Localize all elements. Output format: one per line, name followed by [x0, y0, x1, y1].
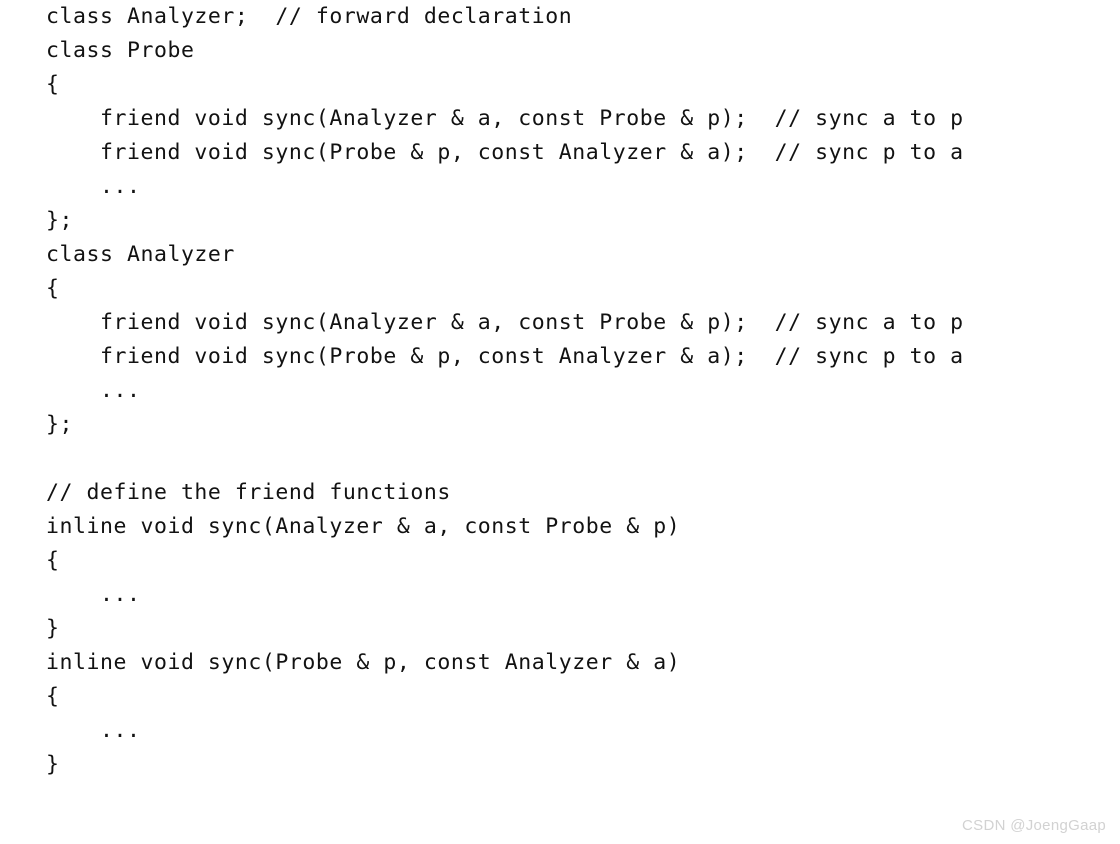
code-line: { [46, 276, 60, 301]
code-line: class Probe [46, 38, 195, 63]
code-line: { [46, 548, 60, 573]
code-line: friend void sync(Analyzer & a, const Pro… [46, 106, 964, 131]
code-line: ... [46, 174, 141, 199]
code-line: } [46, 616, 60, 641]
code-line: { [46, 72, 60, 97]
code-line: // define the friend functions [46, 480, 451, 505]
code-line: ... [46, 582, 141, 607]
code-line: friend void sync(Probe & p, const Analyz… [46, 344, 964, 369]
code-line: ... [46, 718, 141, 743]
code-line: { [46, 684, 60, 709]
code-line: inline void sync(Analyzer & a, const Pro… [46, 514, 681, 539]
code-line: }; [46, 412, 73, 437]
code-line: friend void sync(Probe & p, const Analyz… [46, 140, 964, 165]
code-line: friend void sync(Analyzer & a, const Pro… [46, 310, 964, 335]
code-line: class Analyzer; // forward declaration [46, 4, 573, 29]
code-line: }; [46, 208, 73, 233]
code-line: class Analyzer [46, 242, 235, 267]
code-listing: class Analyzer; // forward declaration cl… [46, 0, 1086, 782]
csdn-watermark: CSDN @JoengGaap [962, 817, 1106, 834]
code-line: inline void sync(Probe & p, const Analyz… [46, 650, 681, 675]
code-line: } [46, 752, 60, 777]
code-line: ... [46, 378, 141, 403]
